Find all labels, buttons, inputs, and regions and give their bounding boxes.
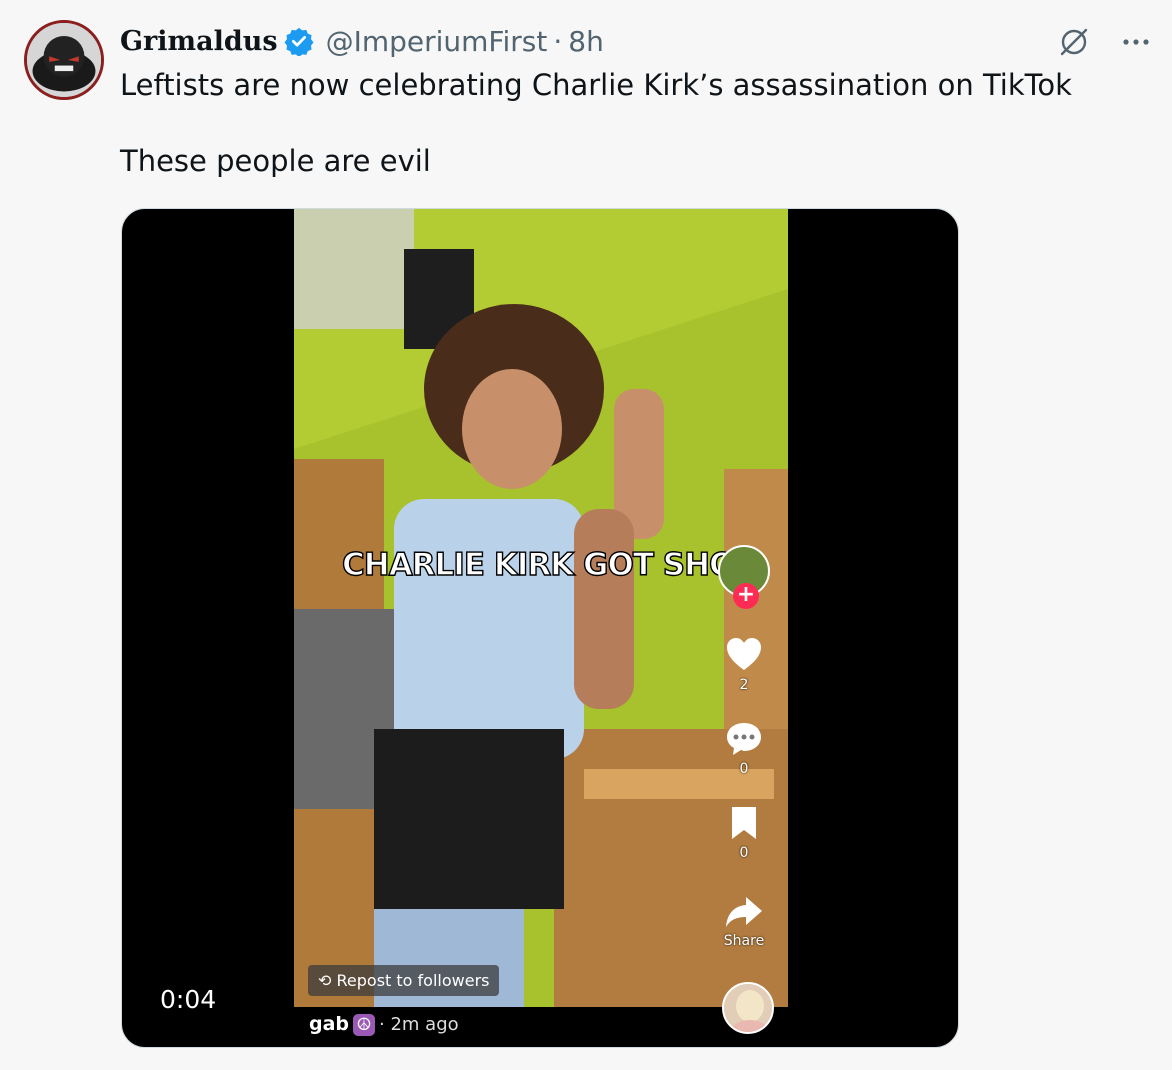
tweet-text-line-1: Leftists are now celebrating Charlie Kir… [120,68,1072,102]
video-player[interactable]: CHARLIE KIRK GOT SHOT + 2 0 0 Share ⟲ Re… [121,208,959,1048]
like-button[interactable]: 2 [724,635,764,693]
tweet-text-line-2: These people are evil [120,144,431,178]
video-caption: CHARLIE KIRK GOT SHOT [341,546,756,583]
share-arrow-icon [726,897,762,927]
tweet-actions-top [1056,24,1154,60]
repost-to-followers[interactable]: ⟲ Repost to followers [308,965,500,996]
more-options-icon[interactable] [1118,24,1154,60]
video-frame[interactable]: CHARLIE KIRK GOT SHOT + 2 0 0 Share ⟲ Re… [294,209,788,1007]
grok-icon[interactable] [1056,24,1092,60]
creator-avatar[interactable]: + [718,545,770,609]
bookmark-count: 0 [739,845,749,861]
like-count: 2 [739,677,749,693]
author-avatar[interactable] [24,20,104,100]
commenter-avatar[interactable] [722,982,774,1034]
tweet-header: Grimaldus @ImperiumFirst · 8h [120,22,604,60]
source-time: · 2m ago [379,1014,459,1035]
video-source: gab ☮ · 2m ago [309,1013,459,1036]
repost-label: Repost to followers [336,971,490,990]
author-handle[interactable]: @ImperiumFirst [326,25,548,58]
follow-plus-icon[interactable]: + [733,583,759,609]
header-separator: · [553,24,563,58]
author-name[interactable]: Grimaldus [120,26,278,57]
comment-count: 0 [739,761,749,777]
source-name: gab [309,1013,350,1035]
peace-sign-icon: ☮ [353,1013,376,1036]
comment-icon [727,723,761,755]
bookmark-icon [732,807,756,839]
share-button[interactable]: Share [724,891,764,949]
tweet-text: Leftists are now celebrating Charlie Kir… [120,66,1150,180]
comment-button[interactable]: 0 [724,719,764,777]
bookmark-button[interactable]: 0 [724,803,764,861]
video-duration: 0:04 [160,985,217,1014]
tiktok-action-rail: + 2 0 0 Share [714,545,774,949]
share-label: Share [723,933,765,949]
post-time[interactable]: 8h [568,25,604,58]
verified-badge-icon [284,26,314,57]
repost-icon: ⟲ [318,971,337,990]
heart-icon [727,638,761,670]
